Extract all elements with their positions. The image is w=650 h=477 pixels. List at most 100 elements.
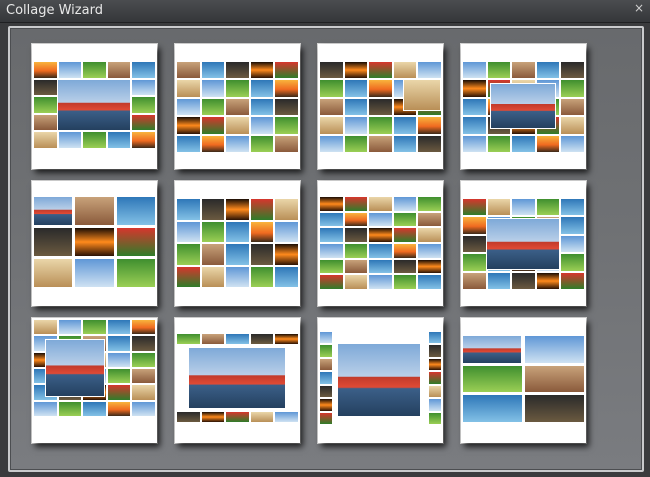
collage-photo (226, 334, 249, 344)
collage-photo (275, 135, 298, 152)
collage-photo (429, 412, 441, 424)
collage-photo (344, 80, 368, 97)
layout-thumbnail-9[interactable] (32, 318, 157, 443)
collage-photo (250, 80, 274, 97)
collage-photo (226, 135, 249, 152)
layout-thumbnail-3[interactable] (318, 44, 443, 169)
collage-photo (344, 259, 368, 274)
layout-thumbnail-12[interactable] (461, 318, 586, 443)
collage-photo (463, 135, 486, 152)
collage-photo-featured (34, 197, 72, 225)
collage-photo (83, 401, 106, 416)
collage-photo (83, 132, 106, 148)
layout-thumbnail-4[interactable] (461, 44, 586, 169)
collage-photo (201, 334, 225, 344)
layout-thumbnail-1[interactable] (32, 44, 157, 169)
collage-photo (463, 98, 486, 116)
collage-photo-featured (189, 348, 285, 408)
collage-photo (525, 365, 584, 393)
collage-photo (201, 135, 225, 152)
collage-photo (344, 228, 368, 242)
collage-photo (177, 266, 200, 287)
layout-thumbnail-11[interactable] (318, 318, 443, 443)
layout-gallery-panel (8, 26, 644, 472)
collage-photo (429, 358, 441, 371)
collage-photo (512, 272, 535, 289)
collage-photo (250, 334, 274, 344)
collage-photo-featured (58, 80, 130, 130)
collage-photo (250, 221, 274, 242)
collage-photo (275, 266, 298, 287)
collage-photo (177, 135, 200, 152)
collage-photo (463, 80, 486, 97)
collage-photo (393, 117, 417, 134)
collage-photo (75, 197, 114, 225)
collage-photo (132, 336, 155, 351)
collage-photo (369, 135, 392, 152)
collage-photo (561, 235, 584, 253)
layout-thumbnail-7[interactable] (318, 181, 443, 306)
collage-photo (177, 98, 200, 116)
collage-photo (75, 259, 114, 287)
collage-photo (177, 80, 200, 97)
collage-photo (393, 212, 417, 227)
collage-photo (116, 197, 155, 225)
collage-photo (429, 372, 441, 384)
collage-photo (463, 395, 522, 422)
collage-photo (275, 244, 298, 265)
collage-photo (250, 266, 274, 287)
collage-photo (201, 117, 225, 134)
collage-photo (132, 97, 155, 113)
collage-photo (418, 212, 441, 227)
collage-photo (536, 62, 560, 79)
collage-photo (418, 228, 441, 242)
collage-photo (132, 320, 155, 335)
collage-photo (107, 62, 131, 78)
collage-photo (561, 117, 584, 134)
collage-photo (320, 197, 343, 211)
collage-photo (320, 62, 343, 79)
close-icon[interactable]: × (632, 1, 646, 15)
collage-photo (369, 117, 392, 134)
collage-photo (369, 259, 392, 274)
collage-photo (320, 358, 332, 371)
collage-photo (226, 98, 249, 116)
collage-photo (107, 401, 131, 416)
layout-thumbnail-8[interactable] (461, 181, 586, 306)
collage-photo (320, 412, 332, 424)
collage-photo (320, 275, 343, 289)
collage-photo (369, 80, 392, 97)
collage-photo (463, 199, 486, 216)
collage-photo (487, 199, 511, 216)
collage-photo (250, 244, 274, 265)
collage-photo (525, 336, 584, 363)
collage-photo (83, 320, 106, 335)
collage-photo (463, 254, 486, 271)
collage-photo (226, 266, 249, 287)
collage-photo-featured (463, 336, 521, 363)
collage-photo (34, 97, 57, 113)
collage-photo (487, 272, 511, 289)
collage-photo (201, 80, 225, 97)
collage-photo (512, 135, 535, 152)
collage-photo (418, 117, 441, 134)
collage-photo (320, 244, 343, 258)
collage-photo (75, 228, 114, 256)
collage-photo (418, 244, 441, 258)
collage-photo (320, 332, 332, 344)
collage-photo-featured (487, 219, 559, 269)
collage-photo (226, 412, 249, 422)
layout-thumbnail-2[interactable] (175, 44, 300, 169)
layout-thumbnail-10[interactable] (175, 318, 300, 443)
collage-photo (561, 254, 584, 271)
collage-photo (536, 135, 560, 152)
layout-thumbnail-6[interactable] (175, 181, 300, 306)
collage-photo (132, 132, 155, 148)
collage-photo (418, 197, 441, 211)
layout-thumbnail-5[interactable] (32, 181, 157, 306)
collage-photo (344, 117, 368, 134)
collage-photo (132, 352, 155, 367)
collage-photo (275, 80, 298, 97)
collage-photo (107, 320, 131, 335)
collage-photo (201, 412, 225, 422)
